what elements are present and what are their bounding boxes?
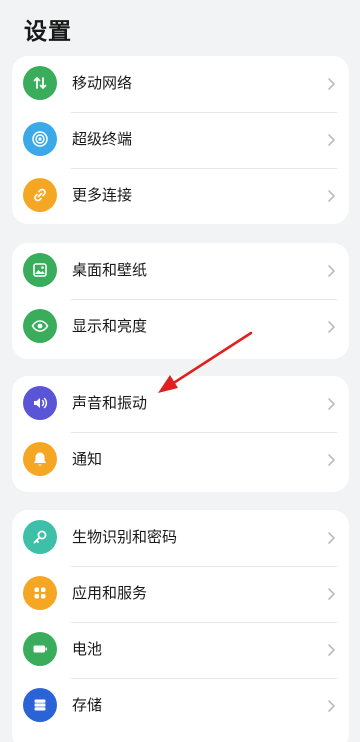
settings-item-wallpaper[interactable]: 桌面和壁纸 <box>12 243 349 299</box>
chevron-right-icon <box>328 190 335 202</box>
chevron-right-icon <box>328 700 335 712</box>
settings-item-apps[interactable]: 应用和服务 <box>12 566 349 622</box>
settings-item-label: 声音和振动 <box>72 394 148 412</box>
storage-icon <box>23 688 57 722</box>
settings-screen: 设置 移动网络 超级终端 更多连接 桌面和壁纸 显示和亮度 声音和振动 通知 生… <box>0 0 360 742</box>
settings-item-label: 存储 <box>72 696 103 714</box>
settings-item-display[interactable]: 显示和亮度 <box>12 299 349 355</box>
chevron-right-icon <box>328 265 335 277</box>
key-icon <box>23 520 57 554</box>
settings-item-battery[interactable]: 电池 <box>12 622 349 678</box>
settings-item-label: 生物识别和密码 <box>72 528 178 546</box>
bell-icon <box>23 442 57 476</box>
settings-item-label: 移动网络 <box>72 74 133 92</box>
chevron-right-icon <box>328 644 335 656</box>
chevron-right-icon <box>328 454 335 466</box>
settings-item-notifications[interactable]: 通知 <box>12 432 349 488</box>
settings-item-label: 更多连接 <box>72 186 133 204</box>
super-device-icon <box>23 122 57 156</box>
settings-item-super-device[interactable]: 超级终端 <box>12 112 349 168</box>
settings-item-label: 桌面和壁纸 <box>72 261 148 279</box>
display-group: 桌面和壁纸 显示和亮度 <box>12 243 349 359</box>
system-group: 生物识别和密码 应用和服务 电池 存储 <box>12 510 349 742</box>
wallpaper-icon <box>23 253 57 287</box>
chevron-right-icon <box>328 321 335 333</box>
chevron-right-icon <box>328 134 335 146</box>
settings-item-label: 超级终端 <box>72 130 133 148</box>
link-icon <box>23 178 57 212</box>
apps-icon <box>23 576 57 610</box>
settings-item-more-connections[interactable]: 更多连接 <box>12 168 349 224</box>
settings-item-label: 电池 <box>72 640 103 658</box>
mobile-network-icon <box>23 66 57 100</box>
eye-icon <box>23 309 57 343</box>
chevron-right-icon <box>328 588 335 600</box>
settings-item-label: 应用和服务 <box>72 584 148 602</box>
page-title: 设置 <box>24 19 72 45</box>
sound-group: 声音和振动 通知 <box>12 376 349 492</box>
settings-item-biometrics[interactable]: 生物识别和密码 <box>12 510 349 566</box>
settings-item-mobile-network[interactable]: 移动网络 <box>12 56 349 112</box>
volume-icon <box>23 386 57 420</box>
chevron-right-icon <box>328 78 335 90</box>
chevron-right-icon <box>328 398 335 410</box>
settings-item-label: 显示和亮度 <box>72 317 148 335</box>
settings-item-label: 通知 <box>72 450 103 468</box>
chevron-right-icon <box>328 532 335 544</box>
connectivity-group: 移动网络 超级终端 更多连接 <box>12 56 349 224</box>
settings-item-storage[interactable]: 存储 <box>12 678 349 734</box>
battery-icon <box>23 632 57 666</box>
settings-item-sound[interactable]: 声音和振动 <box>12 376 349 432</box>
